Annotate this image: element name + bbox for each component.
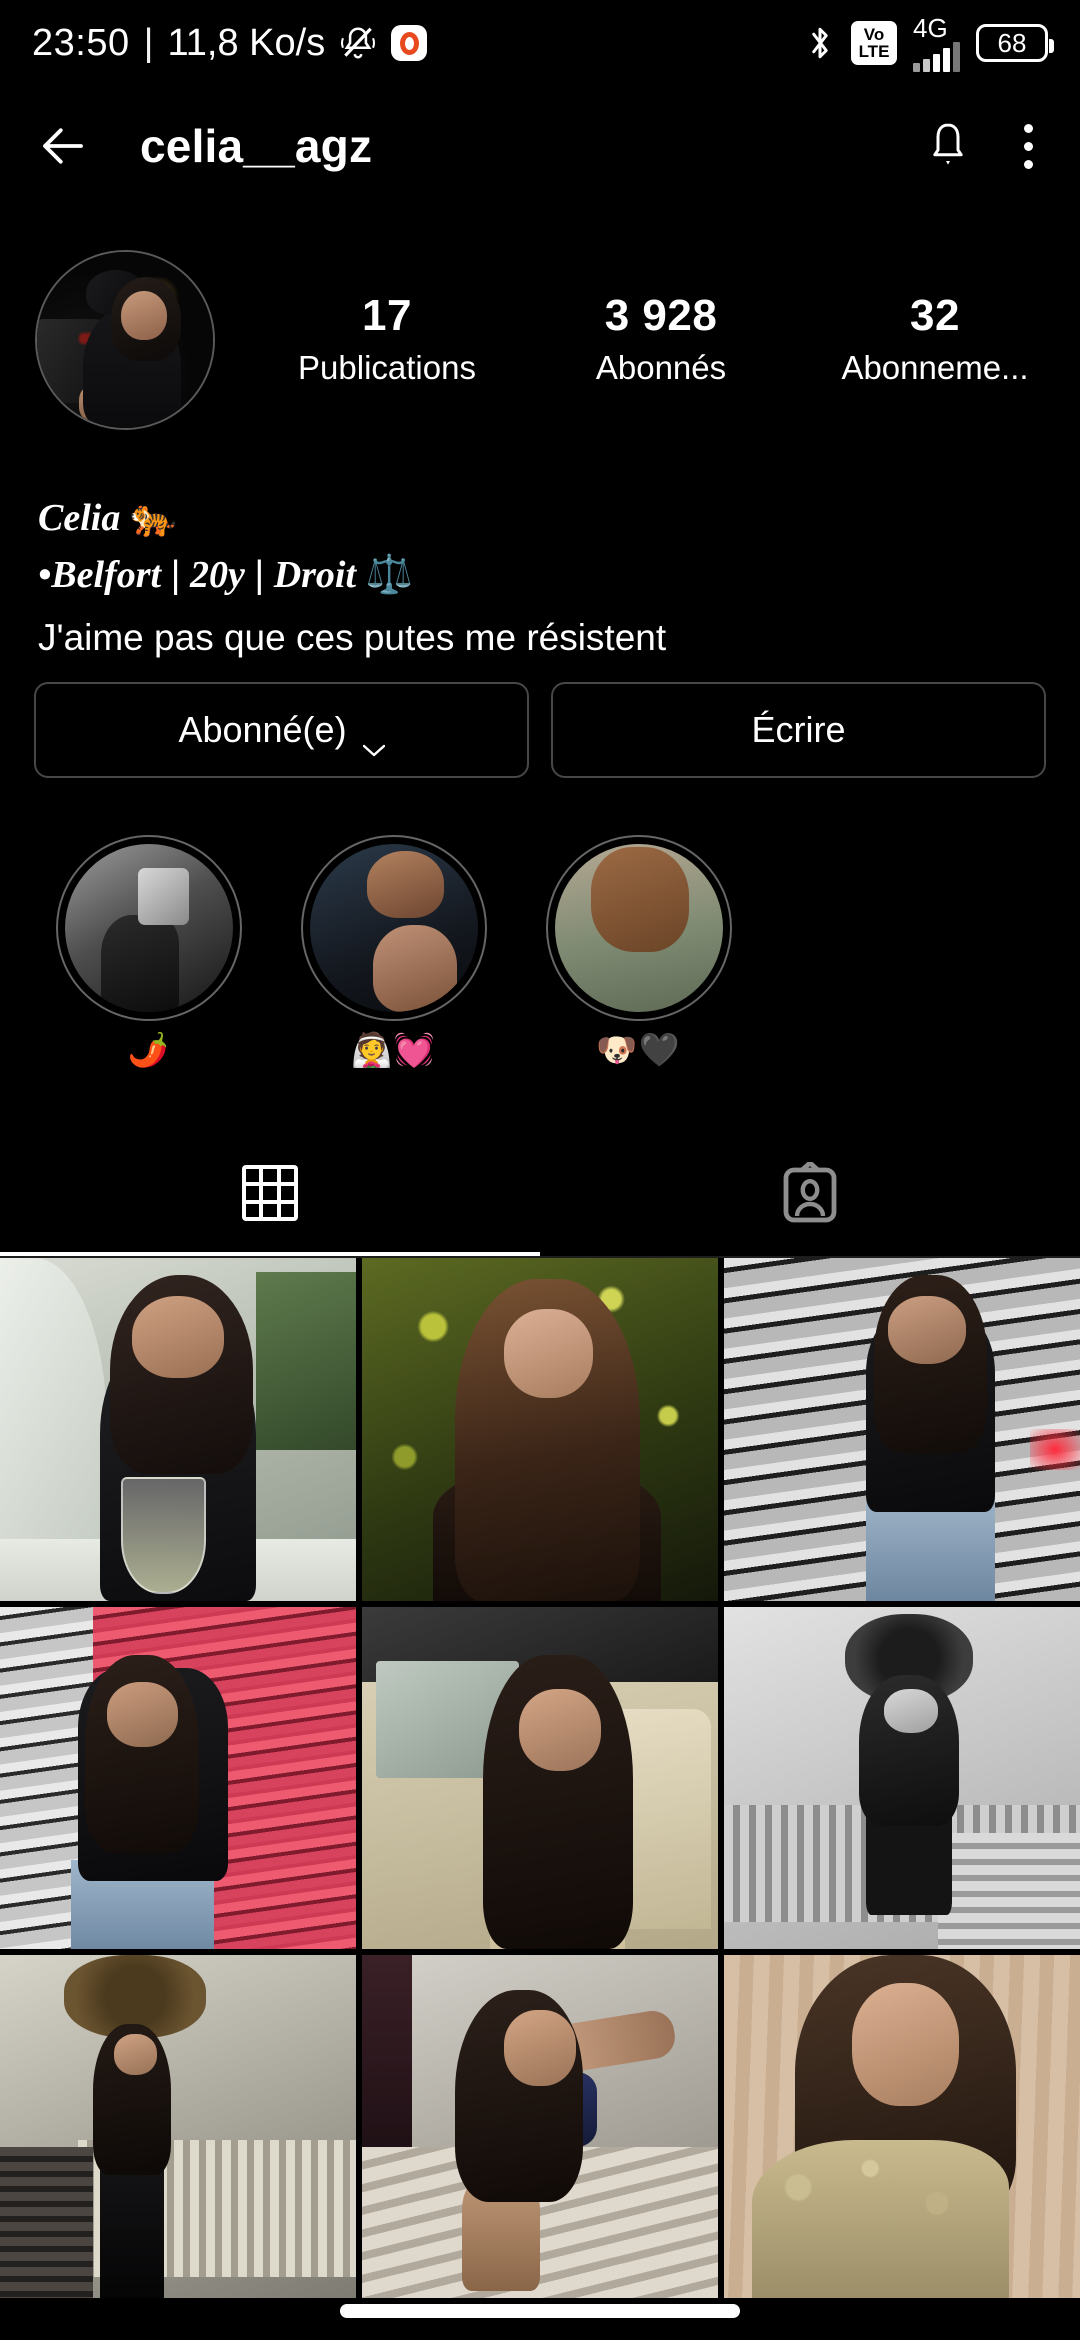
screen-record-icon [391,25,428,61]
grid-icon [242,1165,298,1221]
bio-location: •Belfort [38,554,162,597]
profile-summary: 17 Publications 3 928 Abonnés 32 Abonnem… [0,245,1080,435]
posts-count: 17 [362,290,412,340]
highlight-ring[interactable] [300,835,487,1021]
post-3[interactable] [724,1258,1080,1601]
highlight-cover [554,844,723,1012]
post-4[interactable] [0,1606,356,1950]
following-count: 32 [910,290,960,340]
bio-age: 20y [189,554,245,597]
highlight-ring[interactable] [545,835,732,1021]
avatar-image [37,252,213,428]
post-5[interactable] [362,1606,718,1950]
instagram-profile-screen: 23:50 | 11,8 Ko/s Vo LTE 4G 68 celia__ag… [0,0,1080,2340]
highlight-cover [309,844,478,1012]
battery-icon: 68 [976,24,1054,62]
bluetooth-icon [805,24,835,62]
chevron-down-icon [362,724,385,756]
signal-bars [913,41,960,72]
home-indicator[interactable] [340,2304,740,2318]
post-2[interactable] [362,1258,718,1601]
bio-details: •Belfort | 20y | Droit ⚖️ [38,546,1038,604]
post-6[interactable] [724,1606,1080,1950]
stat-followers[interactable]: 3 928 Abonnés [524,290,798,387]
status-bar: 23:50 | 11,8 Ko/s Vo LTE 4G 68 [0,0,1080,86]
post-8[interactable] [362,1955,718,2298]
highlight-item[interactable]: 🌶️ [26,835,271,1085]
bio-study: Droit [273,554,357,597]
signal-icon: 4G [913,15,960,72]
volte-icon: Vo LTE [851,21,897,65]
posts-label: Publications [298,349,476,387]
bell-icon[interactable] [924,120,972,172]
status-bar-left: 23:50 | 11,8 Ko/s [32,21,428,65]
follow-button-label: Abonné(e) [178,709,347,750]
message-button[interactable]: Écrire [551,682,1046,778]
stat-following[interactable]: 32 Abonneme... [798,290,1072,387]
stat-posts[interactable]: 17 Publications [250,290,524,387]
highlight-ring[interactable] [55,835,242,1021]
bio-divider-2: | [254,554,265,597]
back-arrow-icon[interactable] [36,119,90,173]
profile-tabs [0,1130,1080,1258]
highlight-label: 🌶️ [127,1030,170,1069]
post-7[interactable] [0,1955,356,2298]
tagged-person-icon [782,1160,838,1224]
network-type-label: 4G [913,12,948,43]
tiger-emoji: 🐅 [129,495,178,539]
status-clock: 23:50 [32,21,130,64]
highlight-label: 🐶🖤 [596,1030,681,1069]
following-label: Abonneme... [841,349,1029,387]
post-1[interactable] [0,1258,356,1601]
bio-name-text: Celia [38,497,121,539]
battery-level: 68 [997,27,1027,58]
followers-label: Abonnés [595,349,727,387]
highlight-item[interactable]: 🐶🖤 [516,835,761,1085]
bell-slash-icon [339,24,377,62]
story-highlights: 🌶️ 👰💓 🐶🖤 [0,835,1080,1085]
avatar[interactable] [35,250,215,430]
highlight-item[interactable]: 👰💓 [271,835,516,1085]
more-options-icon[interactable] [1022,123,1034,169]
scales-emoji: ⚖️ [365,552,413,597]
profile-actions: Abonné(e) Écrire [34,682,1046,778]
follow-button[interactable]: Abonné(e) [34,682,529,778]
avatar-container[interactable] [0,250,250,430]
bio-tagline: J'aime pas que ces putes me résistent [38,617,667,659]
tab-grid[interactable] [0,1130,540,1256]
status-separator: | [143,21,154,64]
volte-top: Vo [863,25,885,44]
bio-section: Celia 🐅 •Belfort | 20y | Droit ⚖️ J'aime… [38,490,1038,666]
highlight-cover [64,844,233,1012]
highlight-label: 👰💓 [351,1030,436,1069]
bio-divider-1: | [170,554,181,597]
network-speed: 11,8 Ko/s [167,21,326,64]
status-bar-right: Vo LTE 4G 68 [805,15,1054,72]
app-header: celia__agz [0,86,1080,206]
posts-grid [0,1258,1080,2298]
followers-count: 3 928 [604,290,718,340]
stats-row: 17 Publications 3 928 Abonnés 32 Abonnem… [250,290,1080,387]
bio-display-name: Celia 🐅 [38,490,1038,546]
post-9[interactable] [724,1955,1080,2298]
volte-bottom: LTE [858,42,890,61]
page-title: celia__agz [140,120,373,172]
message-button-label: Écrire [751,709,846,750]
tab-tagged[interactable] [540,1130,1080,1256]
